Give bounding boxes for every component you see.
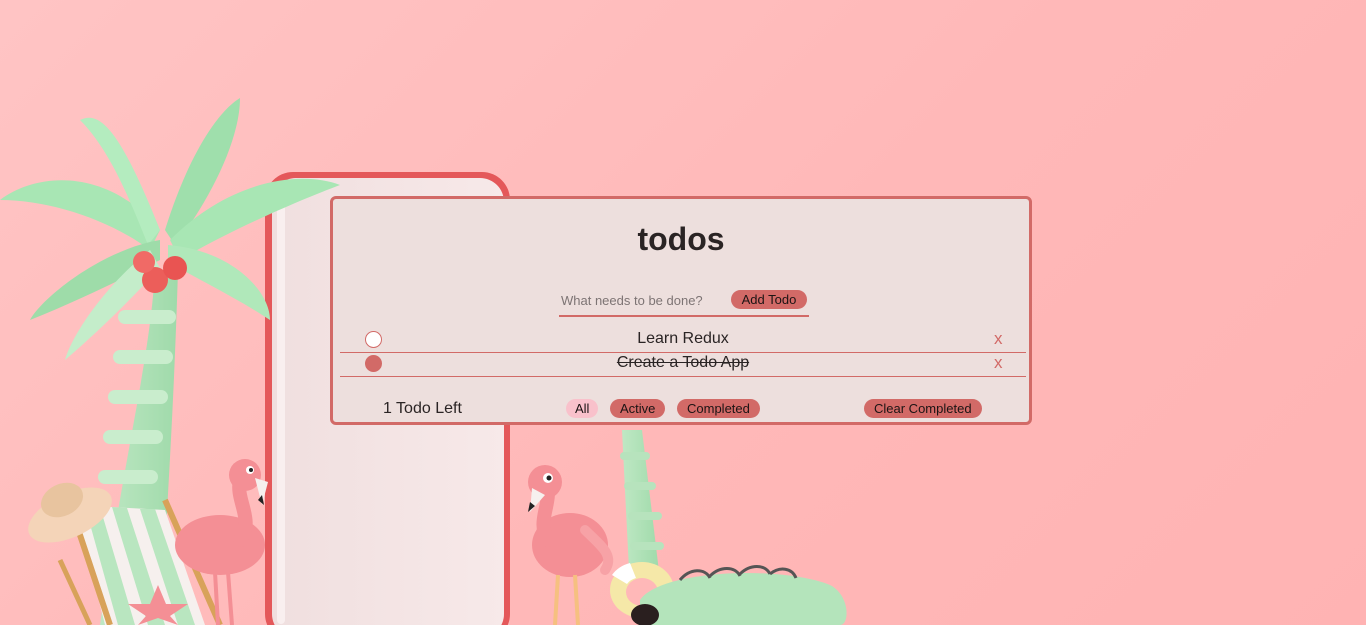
- todo-item: Create a Todo App x: [340, 352, 1026, 377]
- delete-todo-button[interactable]: x: [994, 329, 1003, 349]
- app-title: todos: [637, 221, 725, 257]
- todo-footer: 1 Todo Left All Active Completed Clear C…: [333, 397, 1029, 421]
- todo-item-text[interactable]: Create a Todo App: [340, 354, 1026, 372]
- clear-completed-button[interactable]: Clear Completed: [864, 399, 982, 418]
- filter-active-button[interactable]: Active: [610, 399, 666, 418]
- flamingo-right-illustration: [528, 465, 614, 625]
- filter-completed-button[interactable]: Completed: [677, 399, 760, 418]
- todo-item: Learn Redux x: [340, 328, 1026, 353]
- todo-app-card: todos Add Todo Learn Redux x Create a To…: [330, 196, 1032, 425]
- new-todo-form: Add Todo: [559, 288, 809, 317]
- delete-todo-button[interactable]: x: [994, 353, 1003, 373]
- new-todo-input[interactable]: [559, 288, 729, 312]
- todo-item-text[interactable]: Learn Redux: [340, 330, 1026, 348]
- todos-left-count: 1 Todo Left: [383, 400, 462, 417]
- filter-all-button[interactable]: All: [566, 399, 599, 418]
- add-todo-button[interactable]: Add Todo: [731, 290, 807, 309]
